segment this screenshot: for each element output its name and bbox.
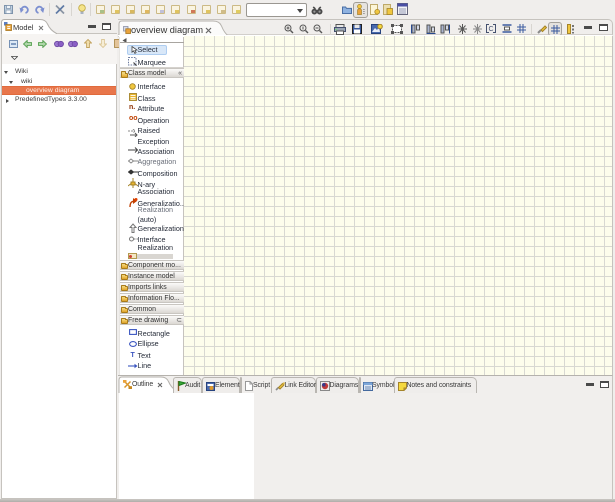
svg-text:C: C [488,26,493,33]
